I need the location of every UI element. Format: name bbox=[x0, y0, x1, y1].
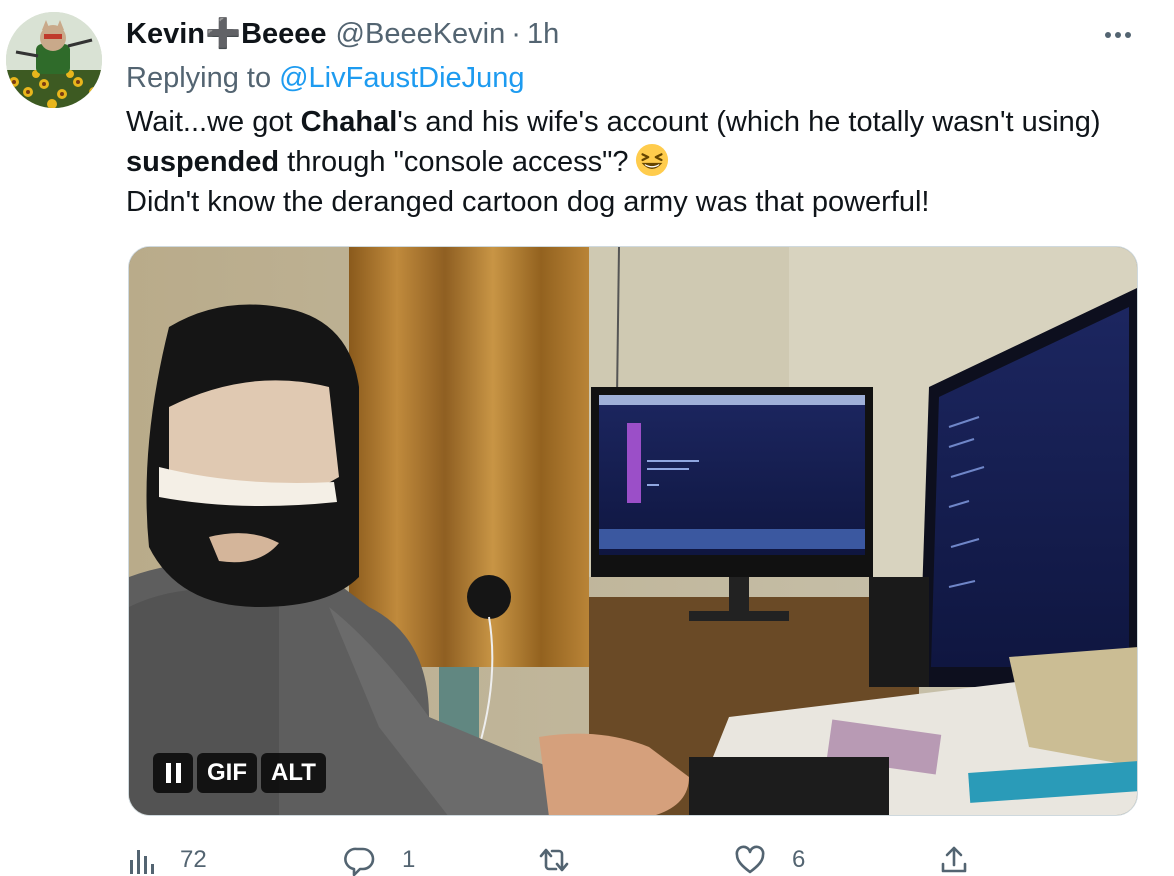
more-options-icon[interactable] bbox=[1100, 20, 1136, 50]
like-button[interactable]: 6 bbox=[734, 840, 805, 876]
pause-icon bbox=[165, 763, 181, 783]
tweet-header: Kevin➕Beeee @BeeeKevin · 1h bbox=[126, 14, 559, 54]
text-part: Wait...we got bbox=[126, 106, 301, 138]
display-name[interactable]: Kevin➕Beeee bbox=[126, 17, 327, 51]
separator-dot: · bbox=[511, 17, 521, 50]
tweet[interactable]: Kevin➕Beeee @BeeeKevin · 1h Replying to … bbox=[0, 0, 1174, 876]
share-icon bbox=[941, 846, 967, 873]
retweet-icon bbox=[539, 848, 569, 872]
reply-count: 1 bbox=[402, 846, 416, 873]
like-count: 6 bbox=[792, 846, 806, 873]
text-part: through "console access"? bbox=[279, 146, 629, 178]
text-part: 's and his wife's account (which he tota… bbox=[397, 106, 1101, 138]
user-handle[interactable]: @BeeeKevin bbox=[336, 18, 506, 51]
heart-icon bbox=[735, 845, 765, 874]
gif-badge: GIF bbox=[197, 753, 257, 793]
text-line-2: Didn't know the deranged cartoon dog arm… bbox=[126, 186, 930, 218]
avatar[interactable] bbox=[6, 12, 102, 108]
reply-button[interactable]: 1 bbox=[344, 840, 415, 876]
retweet-button[interactable] bbox=[538, 840, 592, 876]
replying-to: Replying to @LivFaustDieJung bbox=[126, 58, 525, 98]
text-bold-suspended: suspended bbox=[126, 146, 280, 178]
text-bold-name: Chahal bbox=[300, 106, 398, 138]
pause-button[interactable] bbox=[153, 753, 193, 793]
replying-to-label: Replying to bbox=[126, 61, 272, 94]
tweet-actions: 72 1 6 bbox=[126, 840, 986, 876]
tweet-text: Wait...we got Chahal's and his wife's ac… bbox=[126, 102, 1126, 222]
views-count: 72 bbox=[180, 846, 207, 873]
timestamp[interactable]: 1h bbox=[527, 18, 559, 51]
avatar-image bbox=[6, 12, 102, 108]
media-controls: GIF ALT bbox=[153, 753, 326, 793]
views-button[interactable]: 72 bbox=[126, 840, 207, 876]
share-button[interactable] bbox=[938, 840, 970, 876]
tweet-media-gif[interactable]: GIF ALT bbox=[128, 246, 1138, 816]
reply-icon bbox=[344, 847, 375, 876]
alt-text-button[interactable]: ALT bbox=[261, 753, 326, 793]
replying-to-mention[interactable]: @LivFaustDieJung bbox=[279, 62, 524, 95]
grinning-squinting-face-emoji-icon bbox=[635, 143, 669, 177]
analytics-icon bbox=[130, 850, 154, 874]
gif-frame bbox=[129, 247, 1137, 815]
